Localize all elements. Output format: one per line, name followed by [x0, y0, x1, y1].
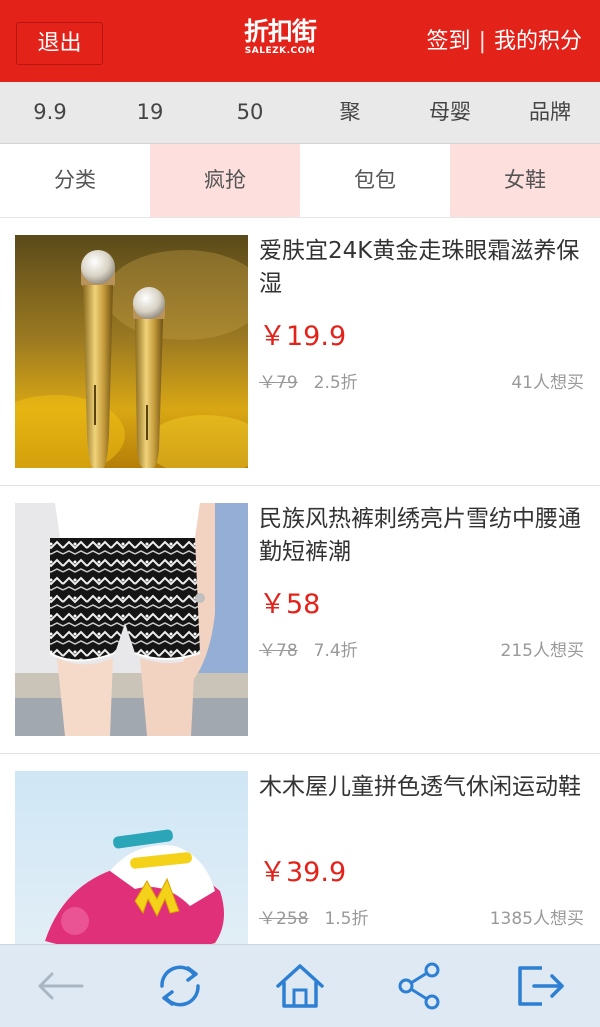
- wants-count: 215人想买: [500, 641, 584, 661]
- checkin-link[interactable]: 签到: [427, 29, 471, 54]
- product-price: ￥19.9: [259, 321, 347, 352]
- product-item[interactable]: 民族风热裤刺绣亮片雪纺中腰通勤短裤潮 ￥58 ￥78 7.4折 215人想买: [0, 486, 600, 754]
- tab-bags[interactable]: 包包: [300, 144, 450, 217]
- price-filter-9-9[interactable]: 9.9: [0, 82, 100, 143]
- share-button[interactable]: [360, 945, 480, 1027]
- product-price: ￥39.9: [259, 857, 347, 888]
- bottom-nav: [0, 944, 600, 1027]
- header-actions: 签到 | 我的积分: [427, 26, 582, 58]
- category-tabs: 分类 疯抢 包包 女鞋: [0, 144, 600, 218]
- price-filter-bar: 9.9 19 50 聚 母婴 品牌: [0, 82, 600, 144]
- back-button[interactable]: [0, 945, 120, 1027]
- product-price: ￥58: [259, 589, 321, 620]
- discount: 7.4折: [313, 641, 358, 661]
- original-price: ￥258: [259, 909, 309, 929]
- filter-ju[interactable]: 聚: [300, 82, 400, 143]
- tab-category[interactable]: 分类: [0, 144, 150, 217]
- product-name[interactable]: 民族风热裤刺绣亮片雪纺中腰通勤短裤潮: [259, 503, 584, 569]
- top-header: 退出 折扣街 SALEZK.COM 签到 | 我的积分: [0, 0, 600, 82]
- logout-button[interactable]: 退出: [16, 22, 103, 65]
- exit-icon: [518, 966, 564, 1006]
- logo-domain: SALEZK.COM: [244, 46, 316, 56]
- home-button[interactable]: [240, 945, 360, 1027]
- kids-shoe-image[interactable]: [15, 771, 248, 944]
- product-item[interactable]: 木木屋儿童拼色透气休闲运动鞋 ￥39.9 ￥258 1.5折 1385人想买: [0, 754, 600, 944]
- price-filter-50[interactable]: 50: [200, 82, 300, 143]
- filter-brand[interactable]: 品牌: [500, 82, 600, 143]
- back-icon: [38, 972, 84, 1000]
- header-separator: |: [478, 29, 486, 54]
- product-list: 爱肤宜24K黄金走珠眼霜滋养保湿 ￥19.9 ￥79 2.5折 41人想买 民族…: [0, 218, 600, 944]
- tab-womens-shoes[interactable]: 女鞋: [450, 144, 600, 217]
- product-meta: ￥78 7.4折 215人想买: [259, 636, 584, 661]
- site-logo[interactable]: 折扣街 SALEZK.COM: [230, 18, 330, 62]
- product-meta: ￥79 2.5折 41人想买: [259, 368, 584, 393]
- home-icon: [276, 964, 324, 1008]
- wants-count: 1385人想买: [489, 909, 584, 929]
- filter-mother-baby[interactable]: 母婴: [400, 82, 500, 143]
- wants-count: 41人想买: [511, 373, 584, 393]
- my-points-link[interactable]: 我的积分: [494, 29, 582, 54]
- logo-text: 折扣街: [243, 17, 317, 46]
- product-name[interactable]: 爱肤宜24K黄金走珠眼霜滋养保湿: [259, 235, 584, 301]
- share-icon: [398, 962, 440, 1010]
- price-filter-19[interactable]: 19: [100, 82, 200, 143]
- exit-button[interactable]: [480, 945, 600, 1027]
- eye-cream-image[interactable]: [15, 235, 248, 468]
- product-name[interactable]: 木木屋儿童拼色透气休闲运动鞋: [259, 771, 584, 804]
- original-price: ￥79: [259, 373, 298, 393]
- original-price: ￥78: [259, 641, 298, 661]
- refresh-icon: [160, 965, 200, 1007]
- tab-flash-sale[interactable]: 疯抢: [150, 144, 300, 217]
- product-meta: ￥258 1.5折 1385人想买: [259, 904, 584, 929]
- product-item[interactable]: 爱肤宜24K黄金走珠眼霜滋养保湿 ￥19.9 ￥79 2.5折 41人想买: [0, 218, 600, 486]
- discount: 1.5折: [324, 909, 369, 929]
- refresh-button[interactable]: [120, 945, 240, 1027]
- shorts-image[interactable]: [15, 503, 248, 736]
- discount: 2.5折: [313, 373, 358, 393]
